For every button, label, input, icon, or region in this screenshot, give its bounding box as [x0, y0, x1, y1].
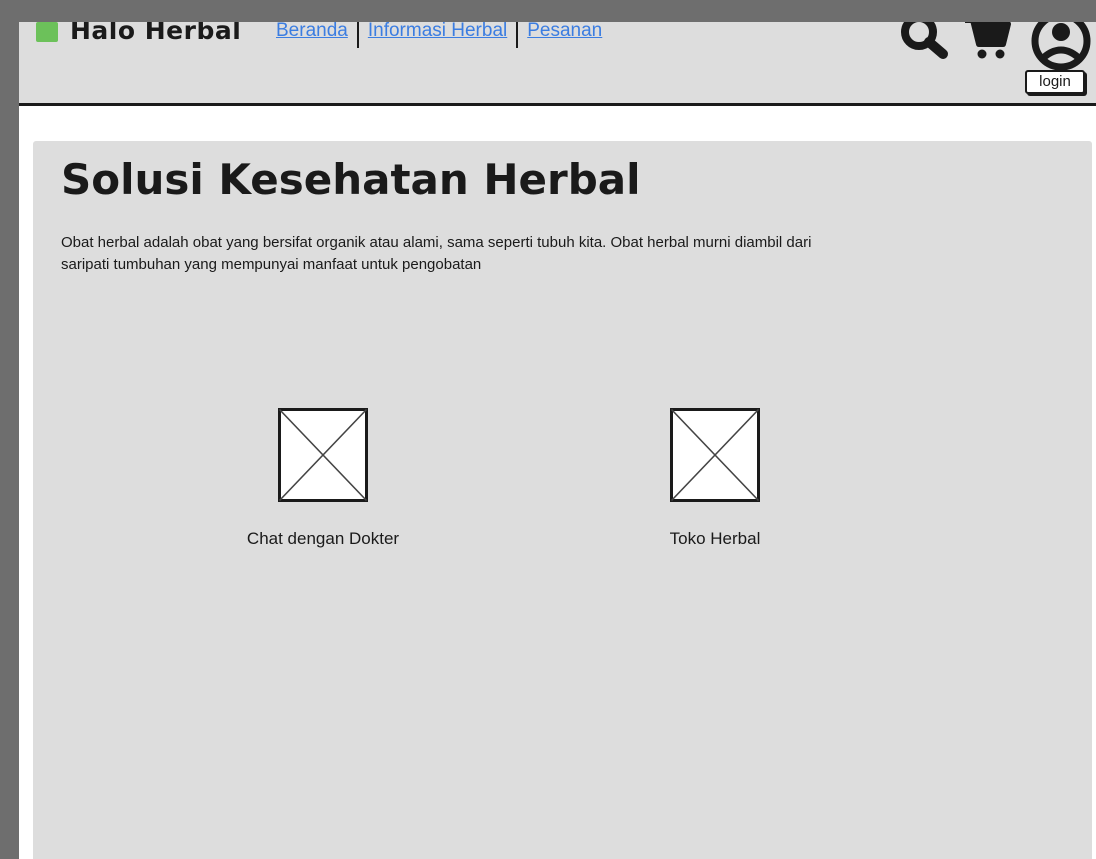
window-top-strip: [0, 0, 1096, 22]
feature-label-toko-herbal[interactable]: Toko Herbal: [670, 529, 761, 549]
chat-image-placeholder-icon[interactable]: [278, 408, 368, 502]
hero-description: Obat herbal adalah obat yang bersifat or…: [61, 234, 812, 273]
toko-image-placeholder-icon[interactable]: [670, 408, 760, 502]
search-icon[interactable]: [897, 22, 955, 62]
site-header: Halo Herbal Beranda Informasi Herbal Pes…: [19, 22, 1096, 106]
brand-name[interactable]: Halo Herbal: [70, 22, 241, 45]
feature-label-chat-dokter[interactable]: Chat dengan Dokter: [247, 529, 399, 549]
cart-icon[interactable]: [963, 22, 1013, 62]
hero-panel: Solusi Kesehatan Herbal Obat herbal adal…: [33, 141, 1092, 859]
logo-icon[interactable]: [36, 22, 58, 42]
nav-link-informasi-herbal[interactable]: Informasi Herbal: [368, 22, 507, 42]
user-icon[interactable]: [1025, 22, 1096, 72]
nav-separator: [516, 22, 519, 48]
main-nav: Beranda Informasi Herbal Pesanan: [276, 22, 602, 48]
nav-link-beranda[interactable]: Beranda: [276, 22, 348, 42]
login-button[interactable]: login: [1025, 70, 1085, 94]
nav-separator: [356, 22, 359, 48]
nav-link-pesanan[interactable]: Pesanan: [527, 22, 602, 42]
page-title: Solusi Kesehatan Herbal: [61, 155, 641, 204]
page: Halo Herbal Beranda Informasi Herbal Pes…: [19, 22, 1096, 859]
